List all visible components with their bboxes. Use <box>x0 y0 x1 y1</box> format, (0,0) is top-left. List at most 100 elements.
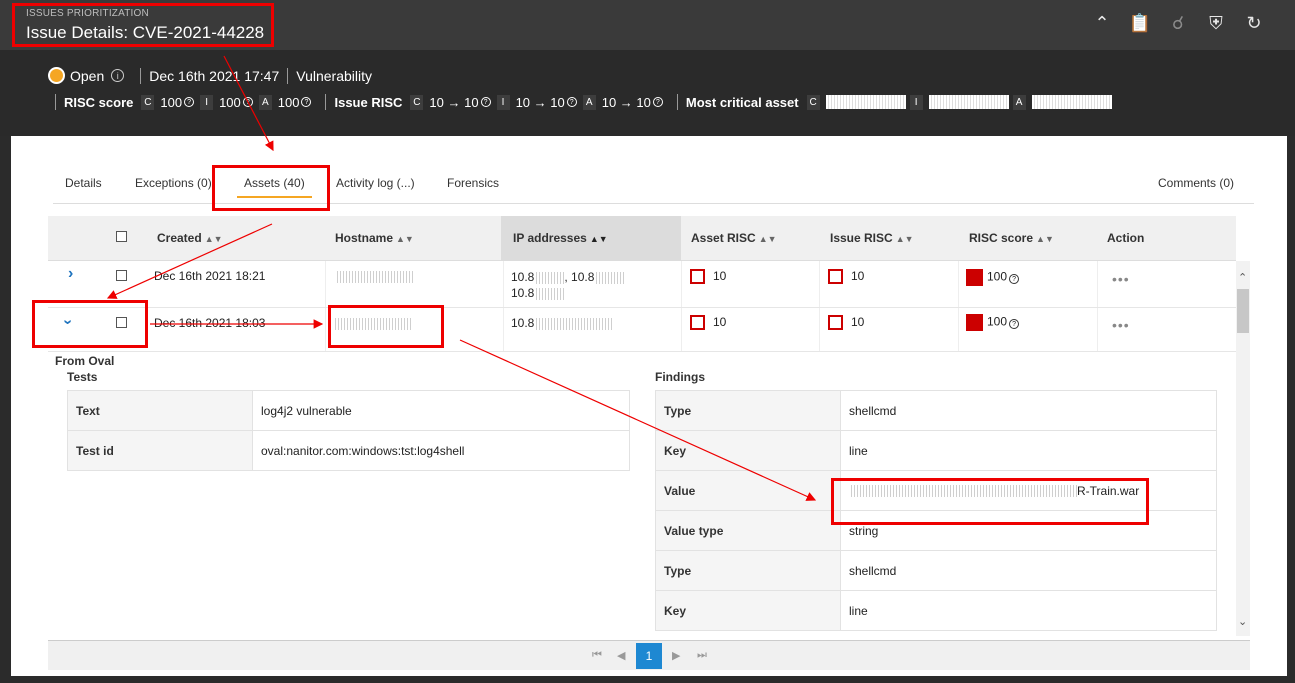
issue-type: Vulnerability <box>296 67 372 84</box>
clipboard-icon[interactable]: 📋 <box>1129 12 1151 34</box>
key-cell: Text <box>67 390 253 431</box>
help-icon[interactable]: ? <box>184 97 195 107</box>
toolbar: ⌃ 📋 ☌ ⛨ ↻ <box>1091 12 1265 34</box>
risk-fill-icon <box>966 269 983 286</box>
scroll-up-icon[interactable]: ⌃ <box>1238 271 1247 284</box>
help-icon: ? <box>1009 274 1020 285</box>
col-action: Action <box>1107 231 1145 245</box>
c-chip: C <box>410 94 424 110</box>
col-risc-score[interactable]: RISC score ▲▼ <box>969 231 1054 245</box>
info-icon[interactable]: i <box>111 69 125 82</box>
shield-x-icon[interactable]: ⛨ <box>1205 12 1227 34</box>
tab-assets[interactable]: Assets (40) <box>237 176 312 198</box>
risc-c-value: 100 <box>160 94 183 110</box>
table-row: Value type string <box>655 510 1217 551</box>
vertical-scrollbar[interactable]: ⌃ ⌄ <box>1236 261 1250 636</box>
expand-chevron-icon[interactable]: › <box>68 265 73 283</box>
help-icon[interactable]: ? <box>301 97 312 107</box>
ip-cell: 10.8 <box>511 316 613 330</box>
row-checkbox[interactable] <box>116 270 127 281</box>
table-row: Value R-Train.war <box>655 470 1217 511</box>
prev-page-icon[interactable]: ◀ <box>617 649 625 662</box>
created-cell: Dec 16th 2021 18:03 <box>154 316 266 330</box>
refresh-icon[interactable]: ↻ <box>1243 12 1265 34</box>
row-actions-button[interactable]: ••• <box>1112 271 1130 287</box>
col-created[interactable]: Created ▲▼ <box>157 231 223 245</box>
key-cell: Test id <box>67 430 253 471</box>
table-row: Type shellcmd <box>655 390 1217 431</box>
issue-i-value: 10 → 10 <box>515 94 565 110</box>
row-details: From Oval Tests Text log4j2 vulnerable Te… <box>48 354 1236 644</box>
collapse-chevron-icon[interactable]: › <box>59 319 77 324</box>
divider <box>140 67 142 84</box>
assets-grid: Created ▲▼ Hostname ▲▼ IP addresses ▲▼ Asse… <box>48 216 1236 631</box>
help-icon[interactable]: ? <box>652 97 663 107</box>
risk-box-icon <box>828 269 843 285</box>
risk-box-icon <box>828 315 843 331</box>
divider <box>676 94 678 110</box>
risk-box-icon <box>690 269 705 285</box>
a-chip: A <box>1012 94 1026 110</box>
tab-details[interactable]: Details <box>65 176 102 190</box>
key-cell: Key <box>655 430 841 471</box>
divider <box>325 94 327 110</box>
sort-icon: ▲▼ <box>1036 234 1054 244</box>
scroll-down-icon[interactable]: ⌄ <box>1238 615 1247 628</box>
divider <box>287 67 289 84</box>
table-row: Key line <box>655 590 1217 631</box>
col-asset-risc[interactable]: Asset RISC ▲▼ <box>691 231 777 245</box>
tab-exceptions[interactable]: Exceptions (0) <box>135 176 212 190</box>
risc-score-label: RISC score <box>64 94 134 110</box>
ip-cell: 10.8, 10.8 10.8 <box>511 269 625 301</box>
sort-icon: ▲▼ <box>589 234 608 244</box>
divider <box>55 94 56 110</box>
table-row: Text log4j2 vulnerable <box>67 390 630 431</box>
col-hostname[interactable]: Hostname ▲▼ <box>335 231 414 245</box>
tab-activity-log[interactable]: Activity log (...) <box>336 176 415 190</box>
tab-comments[interactable]: Comments (0) <box>1158 176 1234 190</box>
magnify-undo-icon[interactable]: ☌ <box>1167 12 1189 34</box>
row-checkbox[interactable] <box>116 317 127 328</box>
redacted-value <box>928 95 1009 109</box>
key-cell: Key <box>655 590 841 631</box>
select-all-checkbox[interactable] <box>116 231 127 242</box>
value-cell: shellcmd <box>840 550 1217 591</box>
risc-i-value: 100 <box>219 94 241 110</box>
issue-a-value: 10 → 10 <box>601 94 651 110</box>
scroll-thumb[interactable] <box>1237 289 1249 333</box>
help-icon[interactable]: ? <box>480 97 491 107</box>
col-issue-risc[interactable]: Issue RISC ▲▼ <box>830 231 914 245</box>
i-chip: I <box>496 94 510 110</box>
first-page-icon[interactable]: ⏮ <box>592 649 602 662</box>
sort-icon: ▲▼ <box>204 234 223 244</box>
issue-date: Dec 16th 2021 17:47 <box>149 67 280 84</box>
value-cell: line <box>840 590 1217 631</box>
table-row[interactable]: › Dec 16th 2021 18:03 10.8 10 10 100? ••… <box>48 308 1236 352</box>
tab-forensics[interactable]: Forensics <box>447 176 499 190</box>
risc-score-cell: 100? <box>966 314 1025 331</box>
last-page-icon[interactable]: ⏭ <box>697 649 707 662</box>
created-cell: Dec 16th 2021 18:21 <box>154 269 266 283</box>
col-ip-addresses[interactable]: IP addresses ▲▼ <box>513 231 608 245</box>
chevron-up-icon[interactable]: ⌃ <box>1091 12 1113 34</box>
help-icon[interactable]: ? <box>242 97 253 107</box>
risk-fill-icon <box>966 314 983 331</box>
status-text: Open <box>70 67 105 84</box>
tests-label: Tests <box>67 370 98 384</box>
next-page-icon[interactable]: ▶ <box>672 649 680 662</box>
from-oval-label: From Oval <box>55 354 115 368</box>
asset-risc-cell: 10 <box>690 269 726 285</box>
table-row[interactable]: › Dec 16th 2021 18:21 10.8, 10.8 10.8 10 … <box>48 261 1236 308</box>
c-chip: C <box>141 94 155 110</box>
hostname-cell <box>333 316 411 330</box>
value-cell: shellcmd <box>840 390 1217 431</box>
row-actions-button[interactable]: ••• <box>1112 317 1130 333</box>
page-number-button[interactable]: 1 <box>636 643 662 669</box>
issue-risc-cell: 10 <box>828 315 864 331</box>
key-cell: Value <box>655 470 841 511</box>
main-panel: Details Exceptions (0) Assets (40) Activ… <box>11 136 1287 676</box>
tests-table: Text log4j2 vulnerable Test id oval:nanito… <box>67 390 630 471</box>
help-icon[interactable]: ? <box>566 97 577 107</box>
i-chip: I <box>200 94 214 110</box>
value-cell: string <box>840 510 1217 551</box>
